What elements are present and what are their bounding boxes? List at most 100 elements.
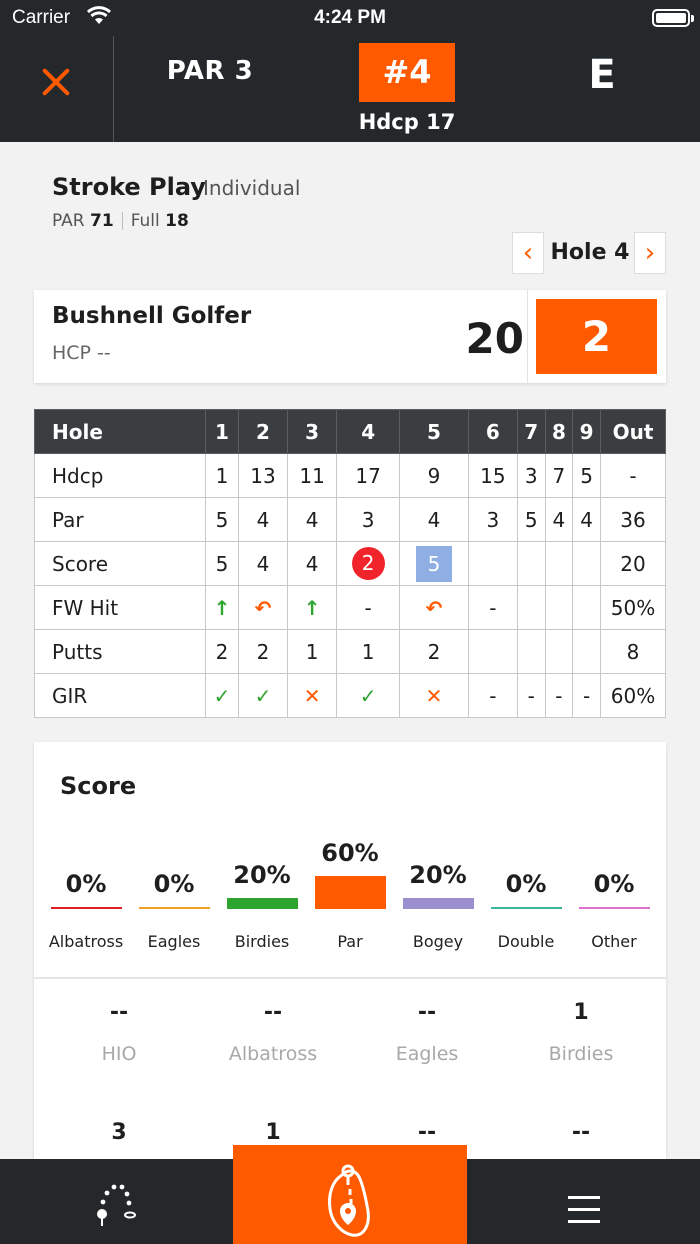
- putts-cell[interactable]: [572, 629, 601, 674]
- previous-hole-button[interactable]: ‹: [512, 232, 544, 274]
- distribution-albatross: 0% Albatross: [42, 838, 130, 968]
- header-cell[interactable]: 6: [467, 409, 518, 454]
- miss-x-icon: ✕: [303, 683, 321, 708]
- header-cell[interactable]: 1: [205, 409, 239, 454]
- table-cell: 11: [287, 453, 338, 498]
- table-cell: 3: [336, 497, 401, 542]
- row-label: Hdcp: [34, 453, 206, 498]
- table-row: GIR ✓ ✓ ✕ ✓ ✕ - - - - 60%: [34, 673, 666, 718]
- row-label: Putts: [34, 629, 206, 674]
- gir-cell[interactable]: ✓: [205, 673, 239, 718]
- putts-cell[interactable]: 1: [287, 629, 338, 674]
- hole-number-badge[interactable]: #4: [359, 43, 455, 102]
- putts-cell[interactable]: [544, 629, 574, 674]
- gir-cell[interactable]: ✓: [336, 673, 401, 718]
- count-stat-par: 3: [42, 1120, 196, 1145]
- count-label: Eagles: [395, 1043, 459, 1065]
- score-cell[interactable]: 4: [237, 541, 289, 586]
- score-cell[interactable]: 5: [399, 541, 469, 586]
- distribution-bar: [315, 876, 386, 909]
- count-value: --: [571, 1120, 591, 1145]
- fairway-cell[interactable]: [572, 585, 601, 630]
- table-row: Score 5 4 4 2 5 20: [34, 541, 666, 586]
- gir-cell[interactable]: -: [572, 673, 601, 718]
- distribution-bar: [491, 907, 562, 909]
- fairway-cell[interactable]: ↑: [287, 585, 338, 630]
- count-value: --: [109, 1000, 129, 1025]
- missed-left-icon: ↶: [254, 595, 272, 620]
- table-cell: 17: [336, 453, 401, 498]
- score-cell[interactable]: [467, 541, 518, 586]
- menu-icon[interactable]: [562, 1188, 606, 1228]
- distribution-eagles: 0% Eagles: [130, 838, 218, 968]
- distribution-label: Par: [337, 932, 363, 951]
- current-hole-label: Hole 4: [550, 240, 630, 265]
- check-icon: ✓: [254, 683, 272, 708]
- header-cell[interactable]: 2: [237, 409, 289, 454]
- table-cell: 1: [205, 453, 239, 498]
- count-value: 1: [265, 1120, 281, 1145]
- table-cell: 5: [205, 497, 239, 542]
- hole-strokes-input[interactable]: 2: [536, 299, 657, 374]
- close-icon[interactable]: [36, 64, 76, 104]
- gir-cell[interactable]: -: [516, 673, 546, 718]
- distribution-bar: [579, 907, 650, 909]
- fairway-cell[interactable]: [544, 585, 574, 630]
- header-cell[interactable]: 7: [516, 409, 546, 454]
- score-cell[interactable]: 2: [336, 541, 401, 586]
- row-label: Par: [34, 497, 206, 542]
- header-cell[interactable]: 9: [572, 409, 601, 454]
- putts-cell[interactable]: 2: [399, 629, 469, 674]
- score-cell[interactable]: 5: [205, 541, 239, 586]
- table-cell: 4: [544, 497, 574, 542]
- score-cell[interactable]: 4: [287, 541, 338, 586]
- gir-cell[interactable]: -: [467, 673, 518, 718]
- score-cell[interactable]: [544, 541, 574, 586]
- fairway-cell[interactable]: [516, 585, 546, 630]
- putts-cell[interactable]: [516, 629, 546, 674]
- clock: 4:24 PM: [314, 7, 386, 28]
- putts-cell[interactable]: [467, 629, 518, 674]
- header-cell[interactable]: 5: [399, 409, 469, 454]
- row-label: GIR: [34, 673, 206, 718]
- distribution-label: Birdies: [234, 932, 290, 951]
- scorecard-tab[interactable]: [233, 1145, 467, 1244]
- distribution-label: Double: [497, 932, 555, 951]
- player-card[interactable]: Bushnell Golfer HCP -- 20 2: [34, 290, 666, 383]
- score-distribution: 0% Albatross 0% Eagles 20% Birdies 60% Par 20% Bo…: [42, 838, 658, 968]
- status-bar: Carrier 4:24 PM: [0, 0, 700, 36]
- gir-cell[interactable]: -: [544, 673, 574, 718]
- distribution-percent: 0%: [65, 870, 107, 898]
- count-value: 3: [111, 1120, 127, 1145]
- score-cell[interactable]: [572, 541, 601, 586]
- gir-cell[interactable]: ✓: [237, 673, 289, 718]
- putts-cell[interactable]: 2: [205, 629, 239, 674]
- gir-cell[interactable]: ✕: [287, 673, 338, 718]
- header-cell[interactable]: 3: [287, 409, 338, 454]
- fairway-cell[interactable]: -: [336, 585, 401, 630]
- putts-cell[interactable]: 2: [237, 629, 289, 674]
- next-hole-button[interactable]: ›: [634, 232, 666, 274]
- fairway-cell[interactable]: ↶: [237, 585, 289, 630]
- putts-cell[interactable]: 1: [336, 629, 401, 674]
- fairway-hit-icon: ↑: [303, 595, 321, 620]
- hole-handicap: Hdcp 17: [358, 110, 456, 134]
- shot-tracker-icon[interactable]: [86, 1178, 146, 1228]
- table-row: Par 5 4 4 3 4 3 5 4 4 36: [34, 497, 666, 542]
- count-label: Birdies: [548, 1043, 614, 1065]
- fairway-cell[interactable]: ↶: [399, 585, 469, 630]
- count-label: Albatross: [228, 1043, 318, 1065]
- header-divider: [113, 36, 114, 142]
- header-cell[interactable]: 8: [544, 409, 574, 454]
- fairway-cell[interactable]: -: [467, 585, 518, 630]
- distribution-percent: 20%: [233, 861, 291, 889]
- scorecard-header-row: Hole 1 2 3 4 5 6 7 8 9 Out: [34, 409, 666, 454]
- header-cell[interactable]: 4: [336, 409, 401, 454]
- score-cell[interactable]: [516, 541, 546, 586]
- gir-cell[interactable]: ✕: [399, 673, 469, 718]
- distribution-birdies: 20% Birdies: [218, 838, 306, 968]
- fairway-cell[interactable]: ↑: [205, 585, 239, 630]
- count-stat-eagles: -- Eagles: [350, 1000, 504, 1065]
- count-value: --: [417, 1120, 437, 1145]
- full-meta-label: Full: [130, 211, 160, 231]
